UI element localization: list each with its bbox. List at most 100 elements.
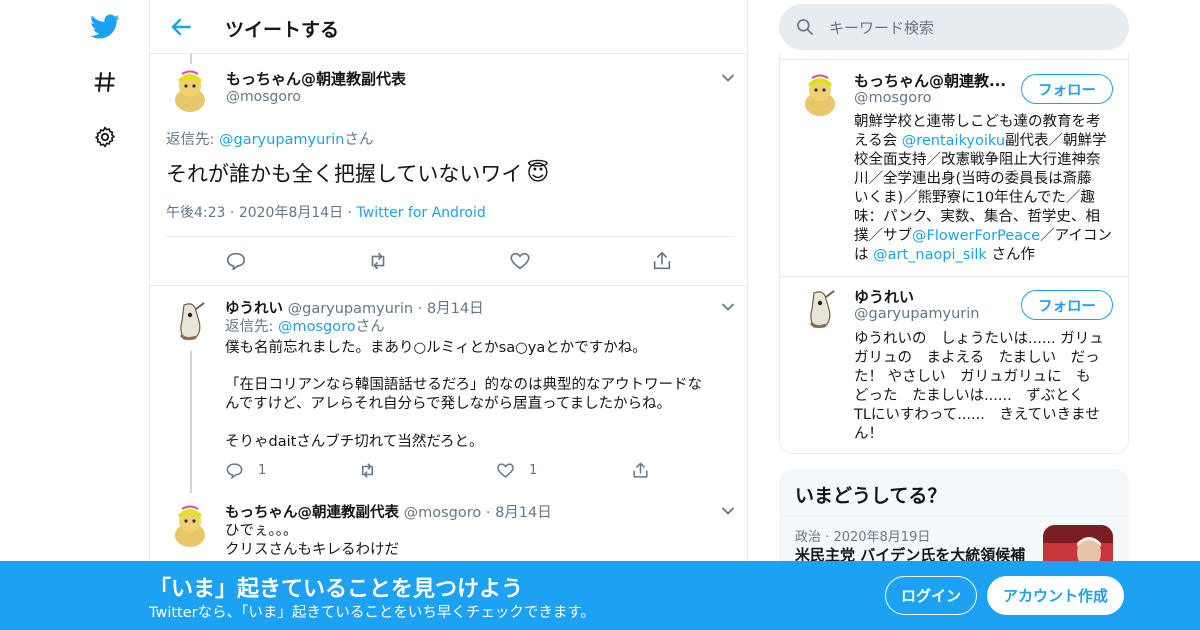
like-icon[interactable]	[496, 461, 515, 480]
reply-header: ゆうれい @garyupamyurin · 8月14日	[225, 297, 484, 318]
follow-button[interactable]: フォロー	[1021, 74, 1113, 104]
search-input[interactable]: キーワード検索	[829, 17, 934, 38]
reply-suffix: さん	[344, 132, 374, 148]
share-icon[interactable]	[651, 250, 673, 272]
like-count: 1	[529, 463, 538, 478]
reply-to: 返信先: @mosgoroさん	[225, 318, 385, 337]
display-name[interactable]: もっちゃん@朝連教副代表	[226, 68, 406, 89]
bio-line: TLにいすわって...... きえていきませ	[854, 407, 1100, 423]
follow-button[interactable]: フォロー	[1021, 290, 1113, 320]
signup-button[interactable]: アカウント作成	[987, 576, 1124, 615]
tweet-text-line: ひでぇ。。。	[225, 523, 298, 539]
tweet-text-line: 「在日コリアンなら韓国語話せるだろ」的なのは典型的なアウトワードな	[225, 377, 703, 393]
meta-sep: ·	[417, 301, 423, 317]
focused-tweet: もっちゃん@朝連教副代表 @mosgoro 返信先: @garyupamyuri…	[150, 54, 748, 286]
halo-emoji: 😇	[526, 160, 550, 186]
tweet-date[interactable]: 8月14日	[427, 301, 484, 317]
avatar[interactable]	[166, 297, 215, 346]
bio-line: 朝鮮学校と連帯しこども達の教育を考	[854, 114, 1101, 130]
handle[interactable]: @garyupamyurin	[288, 301, 414, 317]
reply-icon[interactable]	[225, 461, 244, 480]
chevron-down-icon[interactable]	[720, 299, 736, 315]
banner-title: 「いま」起きていることを見つけよう	[149, 577, 524, 602]
tweet-date[interactable]: 8月14日	[495, 505, 552, 521]
avatar[interactable]	[796, 70, 845, 119]
tweet-text-line: クリスさんもキレるわけだ	[225, 542, 399, 558]
like-action[interactable]: 1	[496, 461, 537, 480]
login-button[interactable]: ログイン	[885, 576, 977, 615]
retweet-icon[interactable]	[367, 250, 389, 272]
tweet-text-body: それが誰かも全く把握していないワイ	[166, 162, 523, 186]
reply-icon[interactable]	[225, 250, 247, 272]
bio-text: は	[854, 247, 874, 263]
reply-mention[interactable]: @garyupamyurin	[219, 132, 345, 148]
signup-banner: 「いま」起きていることを見つけよう Twitterなら、「いま」起きていることを…	[0, 561, 1200, 630]
user-card[interactable]: ゆうれい @garyupamyurin フォロー ゆうれいの しょうたいは...…	[780, 277, 1128, 453]
bio-mention[interactable]: @art_naopi_silk	[873, 247, 987, 263]
tweet-time[interactable]: 午後4:23	[166, 205, 225, 221]
gear-icon[interactable]	[90, 122, 120, 152]
reply-to: 返信先: @garyupamyurinさん	[166, 128, 374, 149]
bio-text: 撲／サブ	[854, 228, 912, 244]
avatar[interactable]	[166, 501, 215, 550]
tweet-date[interactable]: 2020年8月14日	[239, 205, 343, 221]
reply-action[interactable]: 1	[225, 461, 266, 480]
trend-meta: 政治 · 2020年8月19日	[795, 526, 930, 545]
user-bio: 朝鮮学校と連帯しこども達の教育を考 える会 @rentaikyoiku副代表／朝…	[854, 113, 1116, 265]
display-name[interactable]: もっちゃん@朝連教...	[854, 70, 1006, 91]
tweet-meta: 午後4:23 · 2020年8月14日 · Twitter for Androi…	[166, 202, 486, 222]
chevron-down-icon[interactable]	[720, 70, 736, 86]
bio-text: さん作	[986, 247, 1035, 263]
thread-line	[190, 351, 192, 493]
tweet-text-line: んですけど、アレらそれ自分らで発しながら居直ってましたからね。	[225, 396, 672, 412]
main-column: ツイートする もっちゃん@朝連教副代表 @mosgoro 返信先: @garyu…	[149, 0, 748, 630]
bio-line: た！ やさしい ガリュガリュに も	[854, 369, 1091, 385]
divider	[166, 236, 734, 237]
page-title: ツイートする	[225, 19, 340, 41]
bio-mention[interactable]: @rentaikyoiku	[902, 133, 1005, 149]
hashtag-icon[interactable]	[90, 67, 120, 97]
handle[interactable]: @mosgoro	[404, 505, 482, 521]
bio-text: える会	[854, 133, 902, 149]
avatar[interactable]	[166, 66, 215, 115]
reply-prefix: 返信先:	[166, 132, 219, 148]
retweet-icon[interactable]	[358, 461, 377, 480]
bio-line: いくま)／熊野寮に10年住んでた／趣	[854, 190, 1095, 206]
back-arrow-icon[interactable]	[168, 14, 194, 40]
avatar[interactable]	[796, 285, 845, 334]
reply-prefix: 返信先:	[225, 319, 278, 335]
tweet-text: それが誰かも全く把握していないワイ 😇	[166, 158, 549, 188]
reply-tweet[interactable]: ゆうれい @garyupamyurin · 8月14日 返信先: @mosgor…	[150, 287, 748, 493]
bio-line: は @art_naopi_silk さん作	[854, 246, 1116, 265]
search-box[interactable]: キーワード検索	[779, 4, 1129, 50]
bio-mention[interactable]: @FlowerForPeace	[912, 228, 1040, 244]
trend-category: 政治	[795, 530, 822, 545]
display-name[interactable]: もっちゃん@朝連教副代表	[225, 505, 399, 521]
display-name[interactable]: ゆうれい	[225, 301, 283, 317]
divider	[779, 515, 1129, 516]
reply-count: 1	[258, 463, 267, 478]
like-icon[interactable]	[509, 250, 531, 272]
handle[interactable]: @mosgoro	[854, 90, 932, 106]
bio-line: 校全面支持／改憲戦争阻止大行進神奈	[854, 152, 1101, 168]
banner-subtitle: Twitterなら、「いま」起きていることをいち早くチェックできます。	[149, 605, 595, 621]
display-name[interactable]: ゆうれい	[854, 286, 914, 307]
bio-line: ガリュの まよえる たましい だっ	[854, 350, 1100, 366]
handle[interactable]: @garyupamyurin	[854, 306, 980, 322]
reply-header: もっちゃん@朝連教副代表 @mosgoro · 8月14日	[225, 501, 552, 522]
reply-tweet[interactable]: もっちゃん@朝連教副代表 @mosgoro · 8月14日 ひでぇ。。。 クリス…	[150, 493, 748, 563]
tweet-source[interactable]: Twitter for Android	[357, 205, 486, 221]
share-icon[interactable]	[631, 461, 650, 480]
handle[interactable]: @mosgoro	[226, 89, 301, 105]
reply-mention[interactable]: @mosgoro	[278, 319, 356, 335]
trend-date: 2020年8月19日	[833, 530, 931, 545]
bio-line: える会 @rentaikyoiku副代表／朝鮮学	[854, 132, 1116, 151]
tweet-text-line: 僕も名前忘れました。まあり○ルミィとかsa○yaとかですかね。	[225, 340, 647, 356]
bio-line: ゆうれいの しょうたいは...... ガリュ	[854, 331, 1104, 347]
chevron-down-icon[interactable]	[720, 503, 736, 519]
main-header: ツイートする	[150, 0, 748, 54]
bio-line: 味：パンク、実数、集合、哲学史、相	[854, 209, 1100, 225]
reply-suffix: さん	[355, 319, 385, 335]
user-card[interactable]: もっちゃん@朝連教... @mosgoro フォロー 朝鮮学校と連帯しこども達の…	[780, 60, 1128, 276]
twitter-bird-icon[interactable]	[90, 12, 120, 42]
